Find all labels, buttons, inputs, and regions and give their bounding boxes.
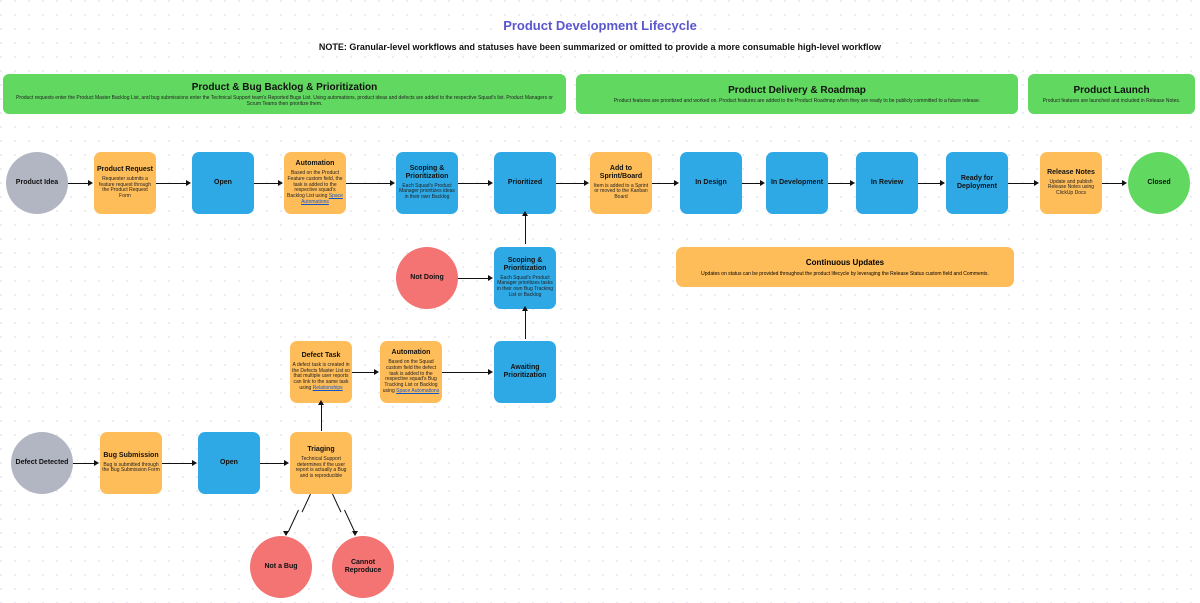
label: Bug Submission xyxy=(103,452,158,460)
desc: Item is added to a Sprint or moved to th… xyxy=(592,184,650,201)
label: In Design xyxy=(695,179,727,187)
phase-delivery: Product Delivery & Roadmap Product featu… xyxy=(576,74,1018,114)
node-product-idea: Product Idea xyxy=(6,152,68,214)
label: Add to Sprint/Board xyxy=(592,165,650,180)
label: Defect Detected xyxy=(16,459,69,467)
label: Ready for Deployment xyxy=(948,175,1006,190)
node-open-2: Open xyxy=(198,432,260,494)
phase-launch: Product Launch Product features are laun… xyxy=(1028,74,1195,114)
node-open-1: Open xyxy=(192,152,254,214)
node-defect-task: Defect Task A defect task is created in t… xyxy=(290,341,352,403)
arrow xyxy=(488,275,493,281)
node-automation-1: Automation Based on the Product Feature c… xyxy=(284,152,346,214)
node-continuous-updates: Continuous Updates Updates on status can… xyxy=(676,247,1014,287)
phase-backlog: Product & Bug Backlog & Prioritization P… xyxy=(3,74,566,114)
label: In Review xyxy=(871,179,903,187)
node-product-request: Product Request Requester submits a featu… xyxy=(94,152,156,214)
node-ready-deploy: Ready for Deployment xyxy=(946,152,1008,214)
node-scoping-2: Scoping & Prioritization Each Squad's Pro… xyxy=(494,247,556,309)
desc: Based on the Product Feature custom fiel… xyxy=(286,171,344,206)
label: Scoping & Prioritization xyxy=(398,165,456,180)
desc: Updates on status can be provided throug… xyxy=(701,271,989,277)
node-triaging: Triaging Technical Support determines if … xyxy=(290,432,352,494)
node-automation-2: Automation Based on the Squad custom fiel… xyxy=(380,341,442,403)
phase-delivery-desc: Product features are prioritized and wor… xyxy=(614,98,980,104)
desc: Based on the Squad custom field the defe… xyxy=(382,360,440,395)
node-awaiting-prioritization: Awaiting Prioritization xyxy=(494,341,556,403)
label: Automation xyxy=(392,349,431,357)
link[interactable]: Space Automations xyxy=(396,388,439,394)
node-release-notes: Release Notes Update and publish Release … xyxy=(1040,152,1102,214)
label: In Development xyxy=(771,179,823,187)
desc: A defect task is created in the Defects … xyxy=(292,363,350,392)
label: Release Notes xyxy=(1047,169,1095,177)
desc: Bug is submitted through the Bug Submiss… xyxy=(102,463,160,475)
desc: Each Squad's Product Manager prioritizes… xyxy=(496,276,554,299)
node-in-design: In Design xyxy=(680,152,742,214)
label: Continuous Updates xyxy=(806,258,884,267)
label: Product Request xyxy=(97,166,153,174)
label: Awaiting Prioritization xyxy=(496,364,554,379)
node-bug-submission: Bug Submission Bug is submitted through t… xyxy=(100,432,162,494)
phase-backlog-title: Product & Bug Backlog & Prioritization xyxy=(192,82,378,93)
desc: Update and publish Release Notes using C… xyxy=(1042,180,1100,197)
label: Open xyxy=(220,459,238,467)
label: Triaging xyxy=(307,446,334,454)
node-in-review: In Review xyxy=(856,152,918,214)
label: Not Doing xyxy=(410,274,443,282)
label: Closed xyxy=(1147,179,1170,187)
node-in-development: In Development xyxy=(766,152,828,214)
node-prioritized: Prioritized xyxy=(494,152,556,214)
label: Product Idea xyxy=(16,179,58,187)
desc: Each Squad's Product Manager prioritizes… xyxy=(398,184,456,201)
node-scoping-1: Scoping & Prioritization Each Squad's Pro… xyxy=(396,152,458,214)
page-subtitle: NOTE: Granular-level workflows and statu… xyxy=(0,42,1200,52)
node-sprint: Add to Sprint/Board Item is added to a Sp… xyxy=(590,152,652,214)
label: Automation xyxy=(296,160,335,168)
label: Defect Task xyxy=(302,352,341,360)
phase-launch-desc: Product features are launched and includ… xyxy=(1043,98,1181,104)
node-not-a-bug: Not a Bug xyxy=(250,536,312,598)
label: Not a Bug xyxy=(264,563,297,571)
desc: Requester submits a feature request thro… xyxy=(96,177,154,200)
phase-launch-title: Product Launch xyxy=(1073,85,1149,96)
label: Cannot Reproduce xyxy=(334,559,392,574)
node-cannot-reproduce: Cannot Reproduce xyxy=(332,536,394,598)
node-not-doing: Not Doing xyxy=(396,247,458,309)
page-title: Product Development Lifecycle xyxy=(0,18,1200,33)
node-closed: Closed xyxy=(1128,152,1190,214)
desc: Technical Support determines if the user… xyxy=(292,457,350,480)
node-defect-detected: Defect Detected xyxy=(11,432,73,494)
label: Prioritized xyxy=(508,179,542,187)
link[interactable]: Relationships xyxy=(313,385,343,391)
label: Open xyxy=(214,179,232,187)
phase-backlog-desc: Product requests enter the Product Maste… xyxy=(9,95,560,107)
phase-delivery-title: Product Delivery & Roadmap xyxy=(728,85,866,96)
label: Scoping & Prioritization xyxy=(496,257,554,272)
diagram-canvas: Product Development Lifecycle NOTE: Gran… xyxy=(0,0,1200,603)
